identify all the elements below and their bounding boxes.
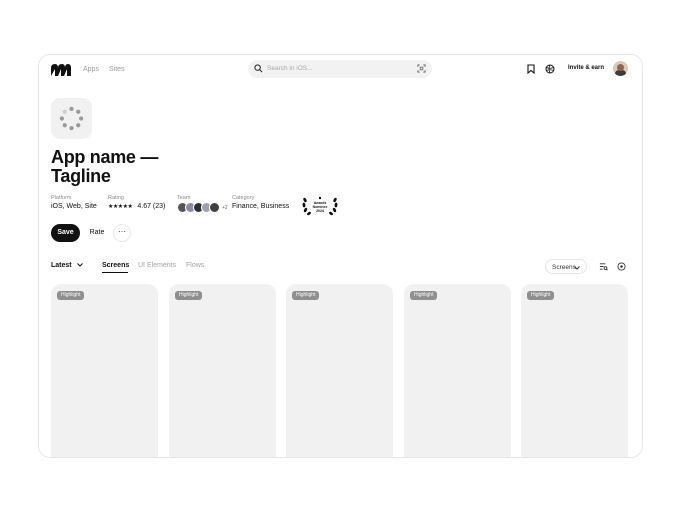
bookmark-icon[interactable] xyxy=(527,64,535,74)
brand-logo[interactable] xyxy=(51,64,71,76)
screen-card[interactable]: Highlight xyxy=(286,284,393,457)
rating-info[interactable]: Rating ★★★★★ 4.67 (23) xyxy=(108,195,165,210)
screen-card[interactable]: Highlight xyxy=(521,284,628,457)
team-avatar[interactable] xyxy=(209,202,220,213)
highlight-badge: Highlight xyxy=(57,291,85,300)
screen-card[interactable]: Highlight xyxy=(51,284,158,457)
platform-value: iOS, Web, Site xyxy=(51,203,97,210)
screen-card[interactable]: Highlight xyxy=(404,284,511,457)
team-avatars[interactable]: +2 xyxy=(177,202,228,213)
team-info[interactable]: Team +2 xyxy=(177,195,228,213)
rating-label: Rating xyxy=(108,195,124,201)
globe-icon[interactable] xyxy=(545,64,555,74)
award-badge[interactable]: Awards Nominee 2024 xyxy=(301,194,339,216)
nav-apps-link[interactable]: Apps xyxy=(83,66,99,73)
highlight-badge: Highlight xyxy=(175,291,203,300)
rating-stars-icon: ★★★★★ xyxy=(108,204,133,210)
search-bar[interactable]: Search in iOS... xyxy=(248,60,432,78)
chevron-down-icon xyxy=(76,263,83,267)
platform-label: Platform xyxy=(51,195,72,201)
rating-value: 4.67 (23) xyxy=(137,203,166,210)
tab-ui-elements[interactable]: UI Elements xyxy=(138,262,176,269)
rate-button[interactable]: Rate xyxy=(85,224,109,242)
user-avatar[interactable] xyxy=(613,61,628,76)
category-info: Category Finance, Business xyxy=(232,195,289,210)
view-select[interactable]: Screens xyxy=(545,259,587,274)
invite-earn-button[interactable]: Invite & earn xyxy=(562,60,610,77)
tab-screens[interactable]: Screens xyxy=(102,262,129,269)
app-icon xyxy=(51,98,92,139)
team-label: Team xyxy=(177,195,191,201)
settings-circle-icon[interactable] xyxy=(617,262,626,271)
app-window: Apps Sites Search in iOS... Invite & ear… xyxy=(38,54,643,458)
sort-dropdown[interactable]: Latest xyxy=(51,262,83,269)
chevron-down-icon xyxy=(574,266,580,270)
loading-spinner-icon xyxy=(59,106,84,131)
platform-info: Platform iOS, Web, Site xyxy=(51,195,97,210)
sort-label: Latest xyxy=(51,262,72,269)
category-label: Category xyxy=(232,195,255,201)
team-more-count: +2 xyxy=(222,204,228,211)
active-tab-indicator xyxy=(102,272,128,273)
nav-sites-link[interactable]: Sites xyxy=(109,66,125,73)
app-title: App name — Tagline xyxy=(51,147,159,186)
category-value: Finance, Business xyxy=(232,203,290,210)
highlight-badge: Highlight xyxy=(292,291,320,300)
filter-icon[interactable] xyxy=(599,262,608,271)
screen-card[interactable]: Highlight xyxy=(169,284,276,457)
save-button[interactable]: Save xyxy=(51,224,80,242)
highlight-badge: Highlight xyxy=(410,291,438,300)
scan-icon[interactable] xyxy=(417,64,426,73)
search-input[interactable]: Search in iOS... xyxy=(267,65,313,72)
award-line-3: 2024 xyxy=(316,209,324,213)
tab-flows[interactable]: Flows xyxy=(186,262,204,269)
view-select-value: Screens xyxy=(552,264,576,271)
more-options-button[interactable]: ··· xyxy=(113,224,131,242)
search-icon xyxy=(254,64,263,73)
highlight-badge: Highlight xyxy=(527,291,555,300)
